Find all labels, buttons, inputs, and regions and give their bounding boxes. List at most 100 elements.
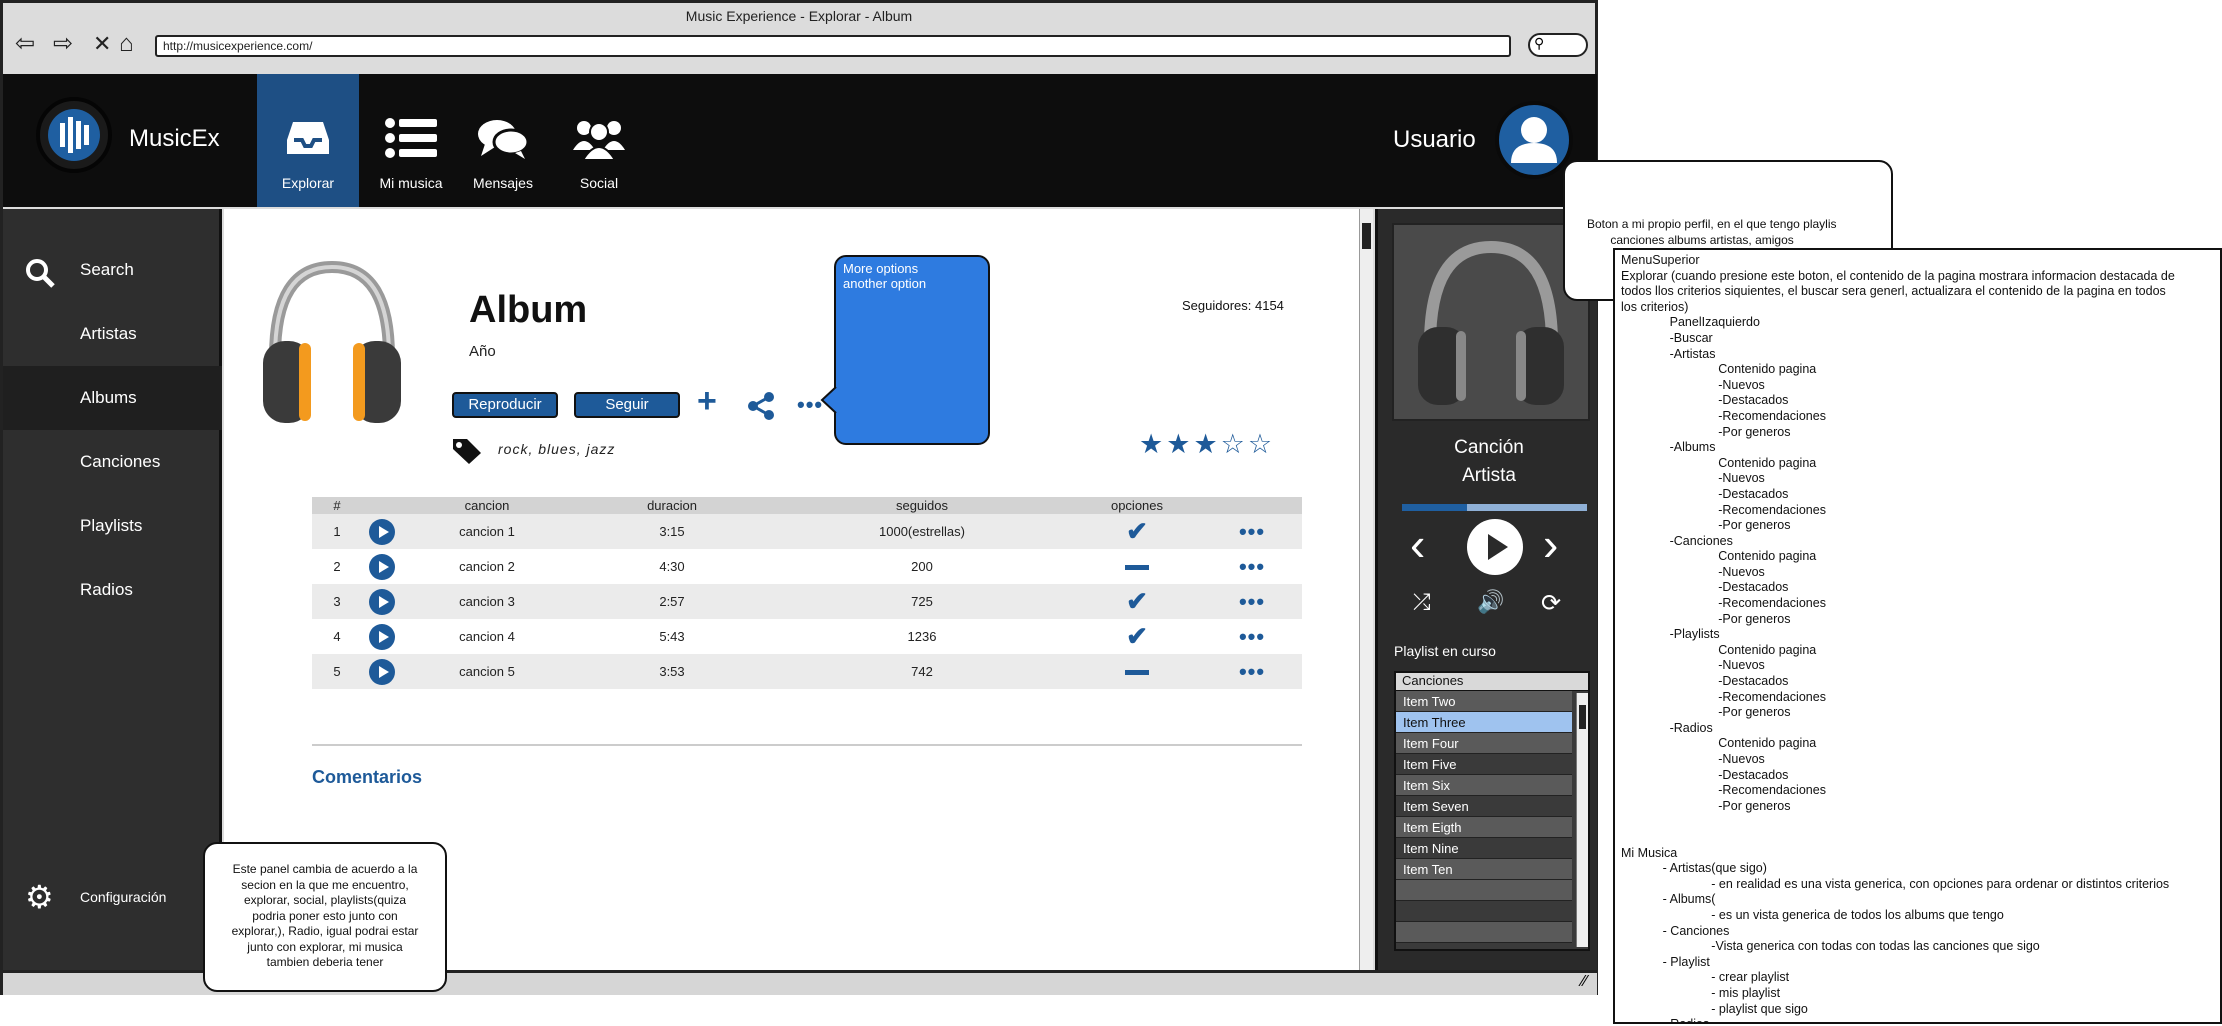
sidebar-item-label: Playlists [80,516,143,535]
sidebar-item-search[interactable]: Search [3,238,222,302]
row-number: 4 [312,619,362,654]
followed-check-icon[interactable]: ✔ [1126,621,1148,651]
playlist-item[interactable]: Item Four [1396,733,1572,754]
playlist-item[interactable]: Item Six [1396,775,1572,796]
column-header-more [1202,497,1302,514]
star-filled-icon[interactable]: ★ [1193,429,1217,459]
play-album-button[interactable]: Reproducir [452,392,558,418]
list-icon [385,118,437,158]
playlist-empty-row [1396,922,1572,943]
more-options-icon[interactable]: ••• [1239,624,1265,649]
row-number: 2 [312,549,362,584]
playlist-item[interactable]: Item Five [1396,754,1572,775]
song-name: cancion 5 [402,654,572,689]
resize-grip-icon[interactable]: ⁄⁄ [1582,973,1587,991]
popup-pointer [820,386,837,414]
main-scrollbar[interactable] [1359,209,1373,970]
more-options-icon[interactable]: ••• [1239,554,1265,579]
player-panel: Canción Artista ‹ › ⤮ 🔊 ⟳ Playlist en cu… [1375,209,1597,970]
followed-check-icon[interactable]: ✔ [1126,516,1148,546]
star-filled-icon[interactable]: ★ [1166,429,1190,459]
shuffle-icon[interactable]: ⤮ [1413,589,1431,615]
play-song-icon[interactable] [369,623,395,650]
follow-button[interactable]: Seguir [574,392,680,418]
nav-label: Social [579,175,619,191]
play-song-icon[interactable] [369,658,395,685]
comments-heading: Comentarios [312,767,423,787]
column-header: seguidos [772,497,1072,514]
row-number: 3 [312,584,362,619]
sidebar-item-playlists[interactable]: Playlists [3,494,222,558]
nav-mensajes[interactable]: Mensajes [452,74,554,207]
playlist-item[interactable]: Item Ten [1396,859,1572,880]
sidebar-item-albums[interactable]: Albums [3,366,222,430]
group-icon [573,121,625,160]
url-input[interactable]: http://musicexperience.com/ [155,35,1511,57]
address-bar-row: ⇦ ⇨ ✕ ⌂ http://musicexperience.com/ ⚲ [3,27,1595,73]
playlist-heading: Playlist en curso [1394,643,1496,659]
table-row[interactable]: 4 cancion 4 5:43 1236 ✔ ••• [312,619,1302,654]
star-filled-icon[interactable]: ★ [1139,429,1163,459]
sidebar-item-settings[interactable]: ⚙ Configuración [3,865,222,929]
spec-text: MenuSuperior Explorar (cuando presione e… [1621,253,2175,1022]
nav-explorar[interactable]: Explorar [257,74,359,207]
table-row[interactable]: 3 cancion 3 2:57 725 ✔ ••• [312,584,1302,619]
album-title: Album [469,289,588,331]
sidebar-item-canciones[interactable]: Canciones [3,430,222,494]
headphones-icon [263,260,401,423]
followed-check-icon[interactable]: ✔ [1126,586,1148,616]
playlist-empty-row [1396,901,1572,922]
play-button[interactable] [1467,519,1523,575]
playlist-item[interactable]: Item Three [1396,712,1572,733]
inbox-icon [287,122,329,154]
scrollbar-thumb[interactable] [1362,223,1371,249]
sidebar-item-label: Configuración [80,889,167,905]
nav-label: Explorar [281,175,335,191]
logo-icon[interactable] [36,97,112,173]
stop-icon[interactable]: ✕ [93,29,111,59]
back-icon[interactable]: ⇦ [15,29,35,59]
play-song-icon[interactable] [369,518,395,545]
sidebar-annotation: Este panel cambia de acuerdo a la secion… [203,842,447,992]
browser-search-input[interactable]: ⚲ [1528,33,1588,57]
share-icon[interactable] [746,391,776,421]
sidebar-item-radios[interactable]: Radios [3,558,222,622]
left-sidebar: Search Artistas Albums Canciones Playlis… [3,209,222,970]
song-followers: 742 [772,654,1072,689]
play-song-icon[interactable] [369,553,395,580]
window-title: Music Experience - Explorar - Album [685,8,913,24]
more-options-icon[interactable]: ••• [1239,659,1265,684]
rating-stars[interactable]: ★ ★ ★ ☆ ☆ [1139,429,1275,460]
play-song-icon[interactable] [369,588,395,615]
progress-bar[interactable] [1402,504,1587,511]
nav-mi-musica[interactable]: Mi musica [360,74,462,207]
star-empty-icon[interactable]: ☆ [1221,429,1245,459]
playlist-item[interactable]: Item Nine [1396,838,1572,859]
not-followed-dash-icon[interactable] [1125,565,1149,571]
forward-icon[interactable]: ⇨ [53,29,73,59]
more-options-icon[interactable]: ••• [1239,589,1265,614]
add-icon[interactable]: + [697,384,717,418]
more-options-icon[interactable]: ••• [1239,519,1265,544]
avatar[interactable] [1495,101,1573,179]
table-row[interactable]: 2 cancion 2 4:30 200 ••• [312,549,1302,584]
playlist-item[interactable]: Item Seven [1396,796,1572,817]
popup-option[interactable]: another option [843,276,981,291]
repeat-icon[interactable]: ⟳ [1541,589,1561,618]
nav-social[interactable]: Social [548,74,650,207]
next-icon[interactable]: › [1543,519,1558,569]
playlist-scrollbar[interactable] [1576,693,1588,947]
previous-icon[interactable]: ‹ [1410,519,1425,569]
playlist-item[interactable]: Item Two [1396,691,1572,712]
table-row[interactable]: 5 cancion 5 3:53 742 ••• [312,654,1302,689]
popup-option[interactable]: More options [843,261,981,276]
sidebar-item-artistas[interactable]: Artistas [3,302,222,366]
not-followed-dash-icon[interactable] [1125,670,1149,676]
scrollbar-thumb[interactable] [1579,705,1586,729]
volume-icon[interactable]: 🔊 [1477,589,1504,615]
star-empty-icon[interactable]: ☆ [1248,429,1272,459]
playlist-item[interactable]: Item Eigth [1396,817,1572,838]
column-header: # [312,497,362,514]
home-icon[interactable]: ⌂ [119,29,134,59]
table-row[interactable]: 1 cancion 1 3:15 1000(estrellas) ✔ ••• [312,514,1302,549]
